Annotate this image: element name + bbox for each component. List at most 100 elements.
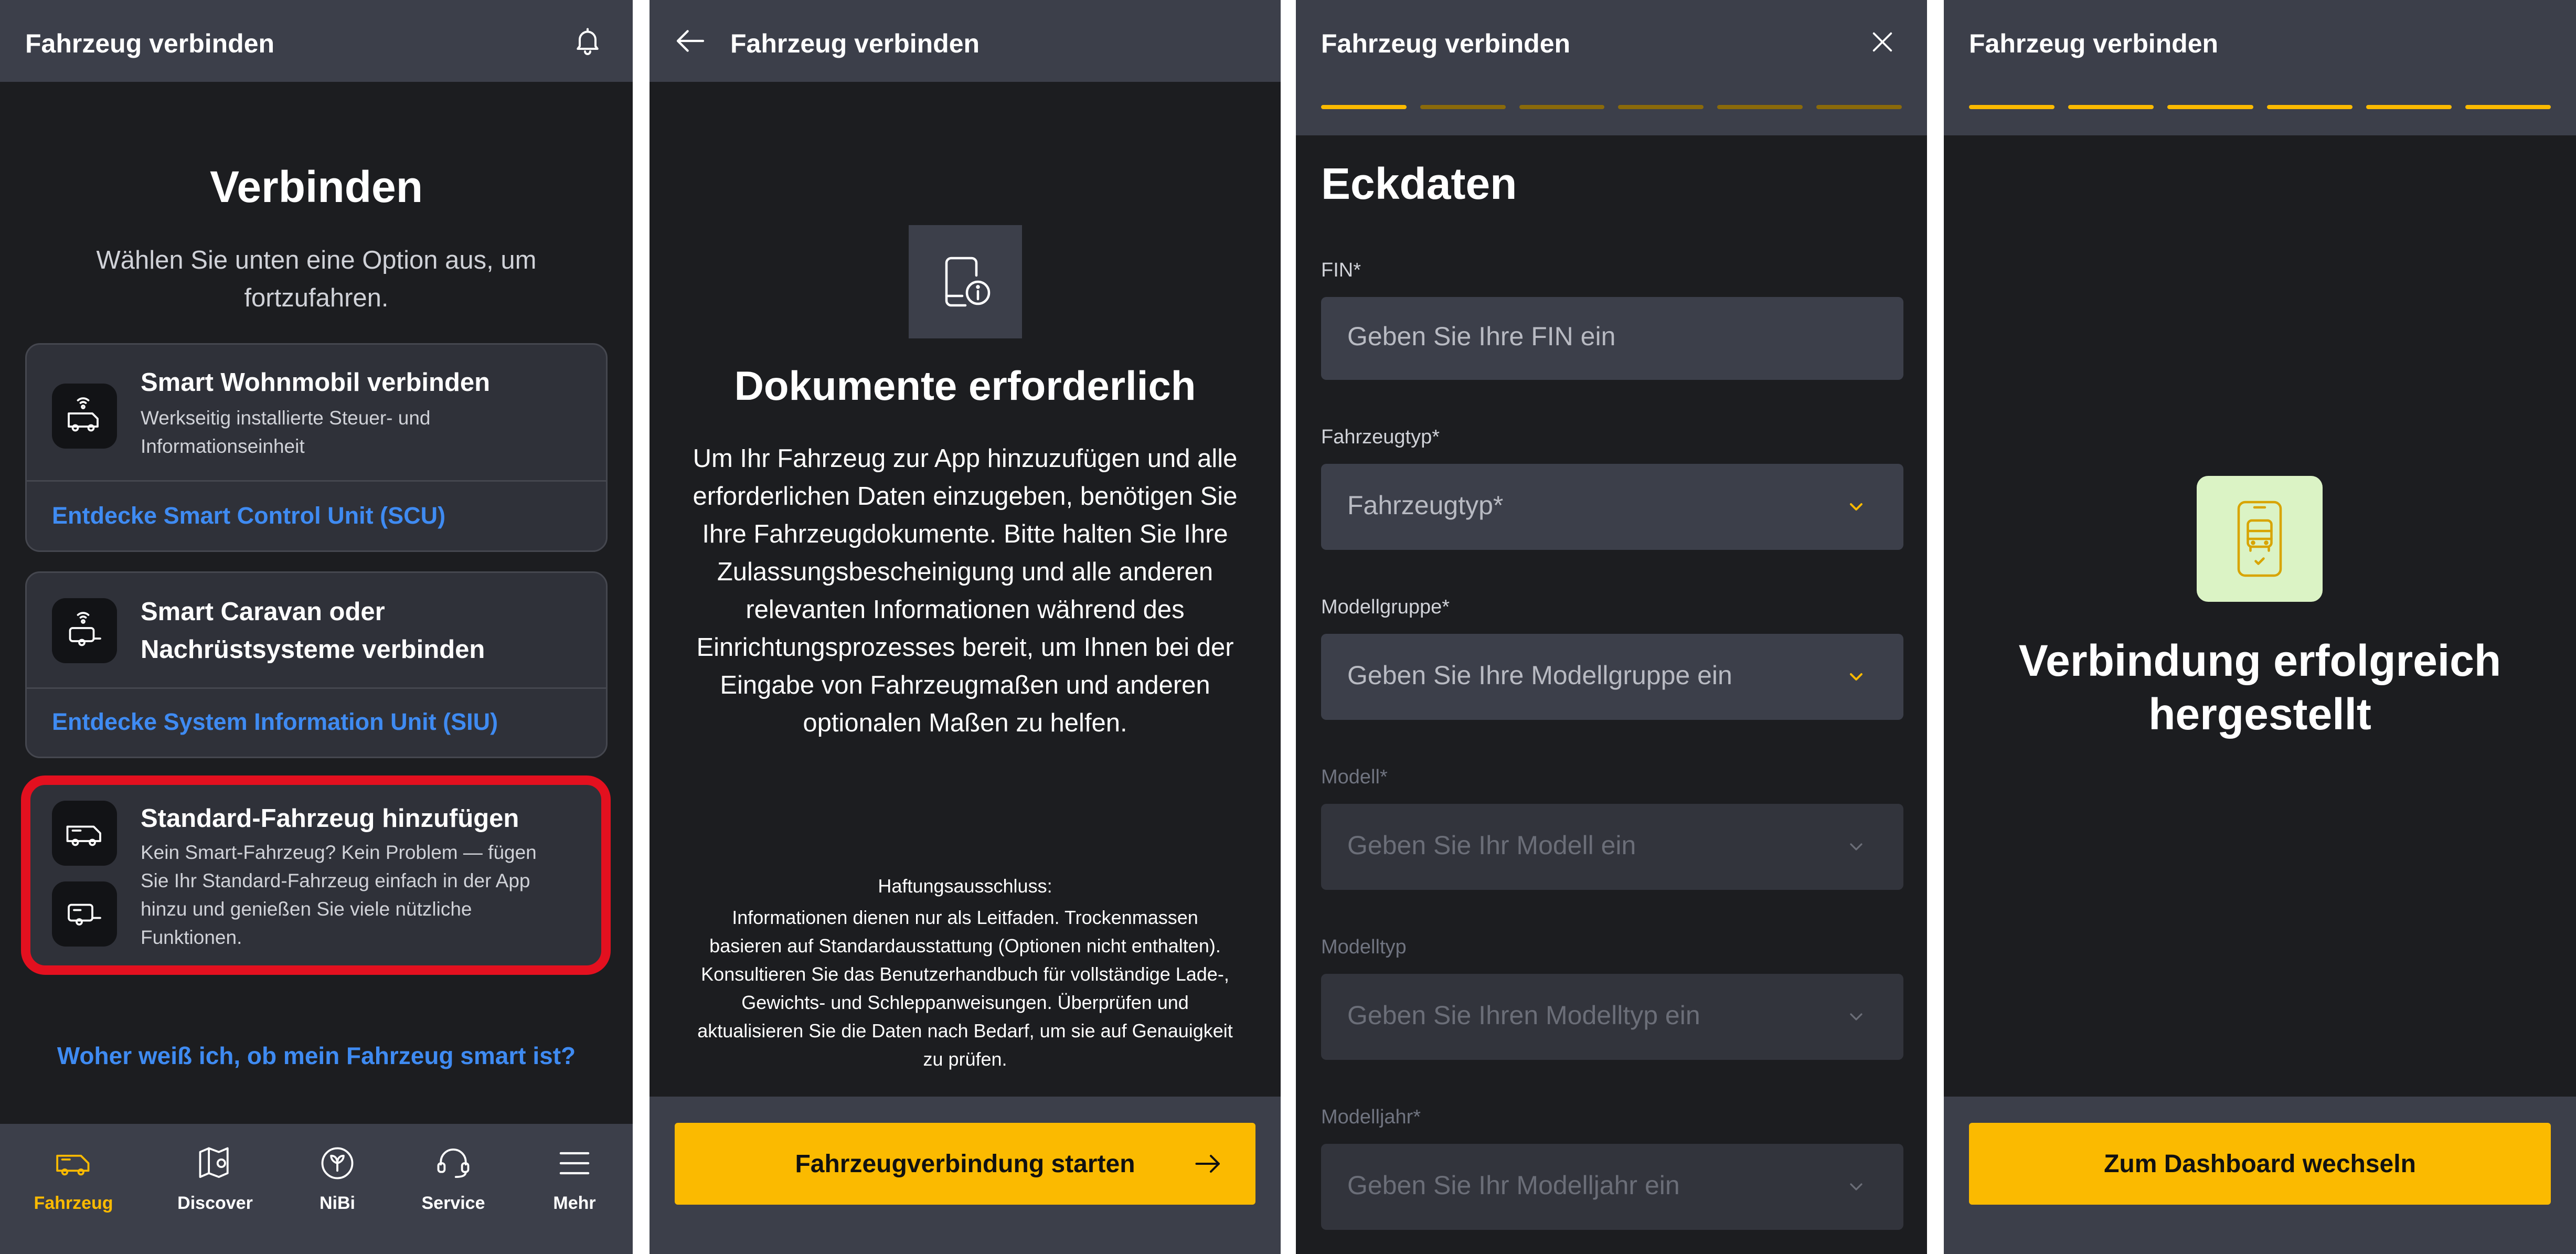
- subtitle: Wählen Sie unten eine Option aus, um for…: [96, 246, 537, 312]
- card-description-line: Funktionen.: [141, 927, 242, 948]
- card-title: Nachrüstsysteme verbinden: [141, 635, 485, 664]
- top-bar: Fahrzeug verbinden: [650, 0, 1281, 82]
- motorhome-signal-icon: [52, 384, 117, 449]
- start-connection-button[interactable]: Fahrzeugverbindung starten: [675, 1123, 1255, 1205]
- standard-vehicle-card[interactable]: Standard-Fahrzeug hinzufügen Kein Smart-…: [25, 782, 608, 968]
- chevron-down-icon: [1850, 1013, 1862, 1021]
- smart-caravan-card[interactable]: Smart Caravan oder Nachrüstsysteme verbi…: [25, 571, 608, 758]
- close-icon[interactable]: [1861, 21, 1903, 63]
- fin-input[interactable]: Geben Sie Ihre FIN ein: [1321, 297, 1903, 380]
- go-to-dashboard-button[interactable]: Zum Dashboard wechseln: [1969, 1123, 2551, 1205]
- model-year-label: Modelljahr*: [1321, 1106, 1421, 1128]
- nav-label: Discover: [177, 1193, 253, 1213]
- card-description-line: Sie Ihr Standard-Fahrzeug einfach in der…: [141, 870, 530, 891]
- card-description-line: hinzu und genießen Sie viele nützliche: [141, 898, 472, 920]
- bell-icon[interactable]: [567, 20, 609, 62]
- model-year-placeholder: Geben Sie Ihr Modelljahr ein: [1347, 1171, 1680, 1200]
- chevron-down-icon: [1850, 843, 1862, 851]
- card-title: Smart Wohnmobil verbinden: [141, 368, 491, 397]
- chevron-down-icon: [1850, 673, 1862, 681]
- page-title: Fahrzeug verbinden: [25, 29, 275, 58]
- model-label: Modell*: [1321, 766, 1388, 788]
- chevron-down-icon: [1850, 1183, 1862, 1191]
- progress-segment: [1816, 105, 1902, 109]
- model-group-placeholder: Geben Sie Ihre Modellgruppe ein: [1347, 661, 1732, 690]
- phone-vehicle-check-icon: [2197, 476, 2323, 602]
- van-icon: [52, 801, 117, 866]
- disclaimer-text: Informationen dienen nur als Leitfaden. …: [697, 907, 1233, 1070]
- nav-item-mehr[interactable]: Mehr: [514, 1124, 633, 1254]
- menu-icon: [551, 1140, 598, 1187]
- caravan-signal-icon: [52, 598, 117, 663]
- vehicle-type-select[interactable]: Fahrzeugtyp*: [1321, 464, 1903, 550]
- button-label: Zum Dashboard wechseln: [2104, 1150, 2416, 1178]
- progress-segment: [2068, 105, 2154, 109]
- screen-documents-required: Fahrzeug verbinden Dokumente erforderlic…: [650, 0, 1281, 1254]
- card-description-line: Informationseinheit: [141, 435, 305, 457]
- bottom-action-bar: Zum Dashboard wechseln: [1944, 1097, 2576, 1254]
- nav-label: Fahrzeug: [34, 1193, 113, 1213]
- van-icon: [50, 1140, 97, 1187]
- button-label: Fahrzeugverbindung starten: [795, 1150, 1135, 1178]
- page-title: Fahrzeug verbinden: [1969, 29, 2219, 58]
- step-progress-bar: [1969, 105, 2551, 109]
- nav-item-nibi[interactable]: NiBi: [277, 1124, 398, 1254]
- documents-heading: Dokumente erforderlich: [734, 363, 1196, 409]
- progress-segment: [1618, 105, 1704, 109]
- model-year-select[interactable]: Geben Sie Ihr Modelljahr ein: [1321, 1144, 1903, 1230]
- card-title: Standard-Fahrzeug hinzufügen: [141, 804, 519, 833]
- progress-segment: [1321, 105, 1407, 109]
- card-description-line: Kein Smart-Fahrzeug? Kein Problem — füge…: [141, 842, 537, 863]
- screen-connect-options: Fahrzeug verbinden Verbinden Wählen Sie …: [0, 0, 633, 1254]
- nav-label: Mehr: [553, 1193, 596, 1213]
- nav-item-service[interactable]: Service: [393, 1124, 514, 1254]
- map-icon: [191, 1140, 239, 1187]
- model-type-label: Modelltyp: [1321, 936, 1407, 958]
- screen-connection-success: Fahrzeug verbinden Verbindung erfolgreic…: [1944, 0, 2576, 1254]
- nav-item-fahrzeug[interactable]: Fahrzeug: [13, 1124, 134, 1254]
- progress-segment: [2465, 105, 2551, 109]
- chevron-down-icon: [1850, 503, 1862, 511]
- model-group-label: Modellgruppe*: [1321, 596, 1450, 618]
- vehicle-type-placeholder: Fahrzeugtyp*: [1347, 491, 1504, 520]
- model-placeholder: Geben Sie Ihr Modell ein: [1347, 831, 1636, 860]
- form-heading: Eckdaten: [1321, 159, 1517, 208]
- step-progress-bar: [1321, 105, 1902, 109]
- discover-scu-link[interactable]: Entdecke Smart Control Unit (SCU): [52, 500, 445, 532]
- back-arrow-icon[interactable]: [669, 20, 711, 62]
- card-description-line: Werkseitig installierte Steuer- und: [141, 407, 431, 429]
- divider: [27, 480, 606, 482]
- model-select[interactable]: Geben Sie Ihr Modell ein: [1321, 804, 1903, 890]
- bottom-action-bar: Fahrzeugverbindung starten: [650, 1097, 1281, 1254]
- document-info-icon: [909, 225, 1022, 338]
- fin-label: FIN*: [1321, 259, 1361, 281]
- nav-label: NiBi: [320, 1193, 355, 1213]
- smart-motorhome-card[interactable]: Smart Wohnmobil verbinden Werkseitig ins…: [25, 343, 608, 552]
- arrow-right-icon: [1195, 1155, 1220, 1173]
- smart-vehicle-help-link[interactable]: Woher weiß ich, ob mein Fahrzeug smart i…: [0, 1042, 633, 1070]
- model-type-placeholder: Geben Sie Ihren Modelltyp ein: [1347, 1001, 1700, 1030]
- screen-basic-data-form: Fahrzeug verbinden Eckdaten FIN* Geben S…: [1296, 0, 1927, 1254]
- top-bar: Fahrzeug verbinden: [1296, 0, 1927, 135]
- bottom-navigation: Fahrzeug Discover NiBi Service Mehr: [0, 1124, 633, 1254]
- divider: [27, 687, 606, 689]
- fin-placeholder: Geben Sie Ihre FIN ein: [1347, 322, 1616, 351]
- heading: Verbinden: [209, 162, 423, 211]
- model-group-select[interactable]: Geben Sie Ihre Modellgruppe ein: [1321, 634, 1903, 720]
- progress-segment: [2167, 105, 2253, 109]
- discover-siu-link[interactable]: Entdecke System Information Unit (SIU): [52, 706, 498, 738]
- model-type-select[interactable]: Geben Sie Ihren Modelltyp ein: [1321, 974, 1903, 1060]
- vehicle-type-label: Fahrzeugtyp*: [1321, 426, 1440, 448]
- nav-item-discover[interactable]: Discover: [155, 1124, 275, 1254]
- top-bar: Fahrzeug verbinden: [1944, 0, 2576, 135]
- progress-segment: [1420, 105, 1506, 109]
- success-heading: Verbindung erfolgreich hergestellt: [2018, 636, 2502, 739]
- disclaimer-title: Haftungsausschluss:: [878, 875, 1052, 897]
- progress-segment: [1519, 105, 1605, 109]
- progress-segment: [1717, 105, 1803, 109]
- headset-icon: [430, 1140, 477, 1187]
- caravan-icon: [52, 881, 117, 947]
- progress-segment: [1969, 105, 2055, 109]
- progress-segment: [2266, 105, 2353, 109]
- documents-body-text: Um Ihr Fahrzeug zur App hinzuzufügen und…: [693, 444, 1238, 737]
